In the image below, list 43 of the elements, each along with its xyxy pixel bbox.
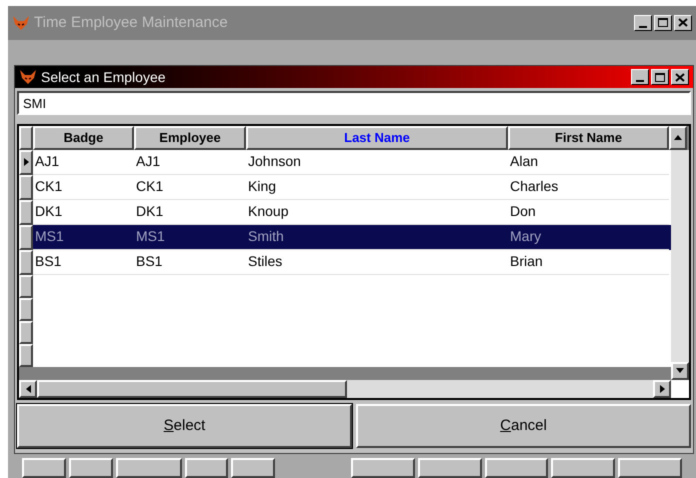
maximize-button[interactable] <box>651 69 669 86</box>
toolbar-button[interactable] <box>551 458 616 478</box>
navigation-button[interactable] <box>184 458 228 478</box>
column-header[interactable]: First Name <box>508 126 669 150</box>
toolbar-button[interactable] <box>618 458 682 478</box>
fox-icon <box>12 14 30 31</box>
vertical-scrollbar[interactable] <box>671 150 689 380</box>
dialog-button[interactable]: Select <box>17 404 352 448</box>
up-arrow-icon <box>674 135 682 140</box>
scroll-up-button[interactable] <box>669 126 687 150</box>
horizontal-scrollbar[interactable] <box>19 380 671 398</box>
toolbar-button[interactable] <box>351 458 415 478</box>
table-row[interactable]: BS1 BS1 Stiles Brian <box>19 250 671 275</box>
right-arrow-icon <box>660 384 664 393</box>
table-row[interactable]: MS1 MS1 Smith Mary <box>19 224 671 250</box>
navigation-button[interactable] <box>231 458 276 478</box>
window-title: Time Employee Maintenance <box>34 12 229 33</box>
row-indicator-header <box>19 126 33 150</box>
search-field[interactable]: SMI <box>17 91 691 116</box>
minimize-button[interactable] <box>634 14 652 31</box>
close-button[interactable] <box>671 69 689 86</box>
down-arrow-icon <box>676 368 684 374</box>
maximize-button[interactable] <box>654 14 672 31</box>
minimize-button[interactable] <box>631 69 649 86</box>
scrollbar-corner <box>671 380 689 398</box>
close-button[interactable] <box>674 14 692 31</box>
close-icon <box>678 18 688 28</box>
toolbar-button[interactable] <box>484 458 548 478</box>
dialog-button[interactable]: Cancel <box>356 404 691 448</box>
left-arrow-icon <box>26 384 30 393</box>
table-row[interactable]: CK1 CK1 King Charles <box>19 174 671 200</box>
navigation-button[interactable] <box>68 458 113 478</box>
navigation-button[interactable] <box>22 458 66 478</box>
column-header[interactable]: Last Name <box>246 126 508 150</box>
table-row[interactable]: AJ1 AJ1 Johnson Alan <box>19 150 671 175</box>
toolbar-button[interactable] <box>418 458 482 478</box>
dialog-title: Select an Employee <box>41 68 167 87</box>
table-row[interactable]: DK1 DK1 Knoup Don <box>19 200 671 225</box>
navigation-button[interactable] <box>116 458 182 478</box>
fox-icon <box>19 69 37 86</box>
close-icon <box>675 72 685 82</box>
column-header[interactable]: Badge <box>33 126 134 150</box>
column-header[interactable]: Employee <box>134 126 246 150</box>
